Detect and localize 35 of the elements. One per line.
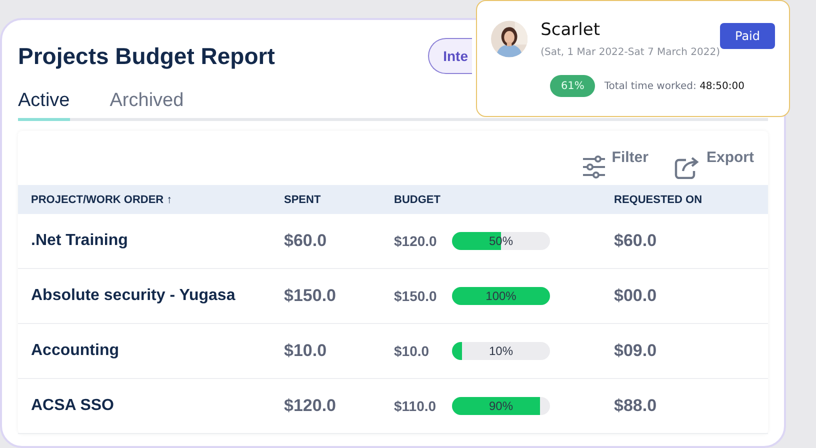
spent-amount: $120.0	[284, 396, 336, 415]
spent-amount: $60.0	[284, 231, 327, 250]
project-name: .Net Training	[31, 232, 128, 249]
requested-amount: $60.0	[614, 231, 657, 250]
percent-badge: 61%	[550, 75, 596, 97]
tab[interactable]: Active	[18, 90, 70, 121]
filter-button[interactable]: Filter	[582, 149, 648, 179]
project-name: Accounting	[31, 342, 119, 359]
date-range: (Sat, 1 Mar 2022-Sat 7 March 2022)	[540, 47, 720, 58]
column-header: BUDGET	[394, 194, 440, 206]
requested-amount: $09.0	[614, 341, 657, 360]
budget-amount: $120.0	[394, 233, 438, 249]
spent-amount: $10.0	[284, 341, 327, 360]
progress-label: 100%	[484, 288, 518, 305]
column-header: SPENT	[284, 194, 321, 206]
budget-amount: $10.0	[394, 343, 430, 359]
column-header: REQUESTED ON	[614, 194, 702, 206]
spent-amount: $150.0	[284, 286, 336, 305]
project-name: ACSA SSO	[31, 397, 114, 414]
budget-amount: $110.0	[394, 398, 438, 414]
project-name: Absolute security - Yugasa	[31, 287, 236, 304]
pill-button[interactable]: Inte	[428, 38, 472, 74]
tab[interactable]: Archived	[110, 90, 184, 121]
progress-label: 90%	[488, 398, 514, 415]
budget-amount: $150.0	[394, 288, 438, 304]
paid-button[interactable]: Paid	[720, 23, 775, 49]
progress-label: 10%	[488, 343, 514, 360]
person-name: Scarlet	[540, 20, 601, 40]
requested-amount: $00.0	[614, 286, 657, 305]
time-worked-text: Total time worked: 48:50:00	[604, 80, 744, 92]
page-title: Projects Budget Report	[18, 42, 275, 70]
share-icon	[674, 155, 700, 179]
filter-icon	[582, 155, 606, 179]
requested-amount: $88.0	[614, 396, 657, 415]
export-button[interactable]: Export	[674, 149, 754, 179]
